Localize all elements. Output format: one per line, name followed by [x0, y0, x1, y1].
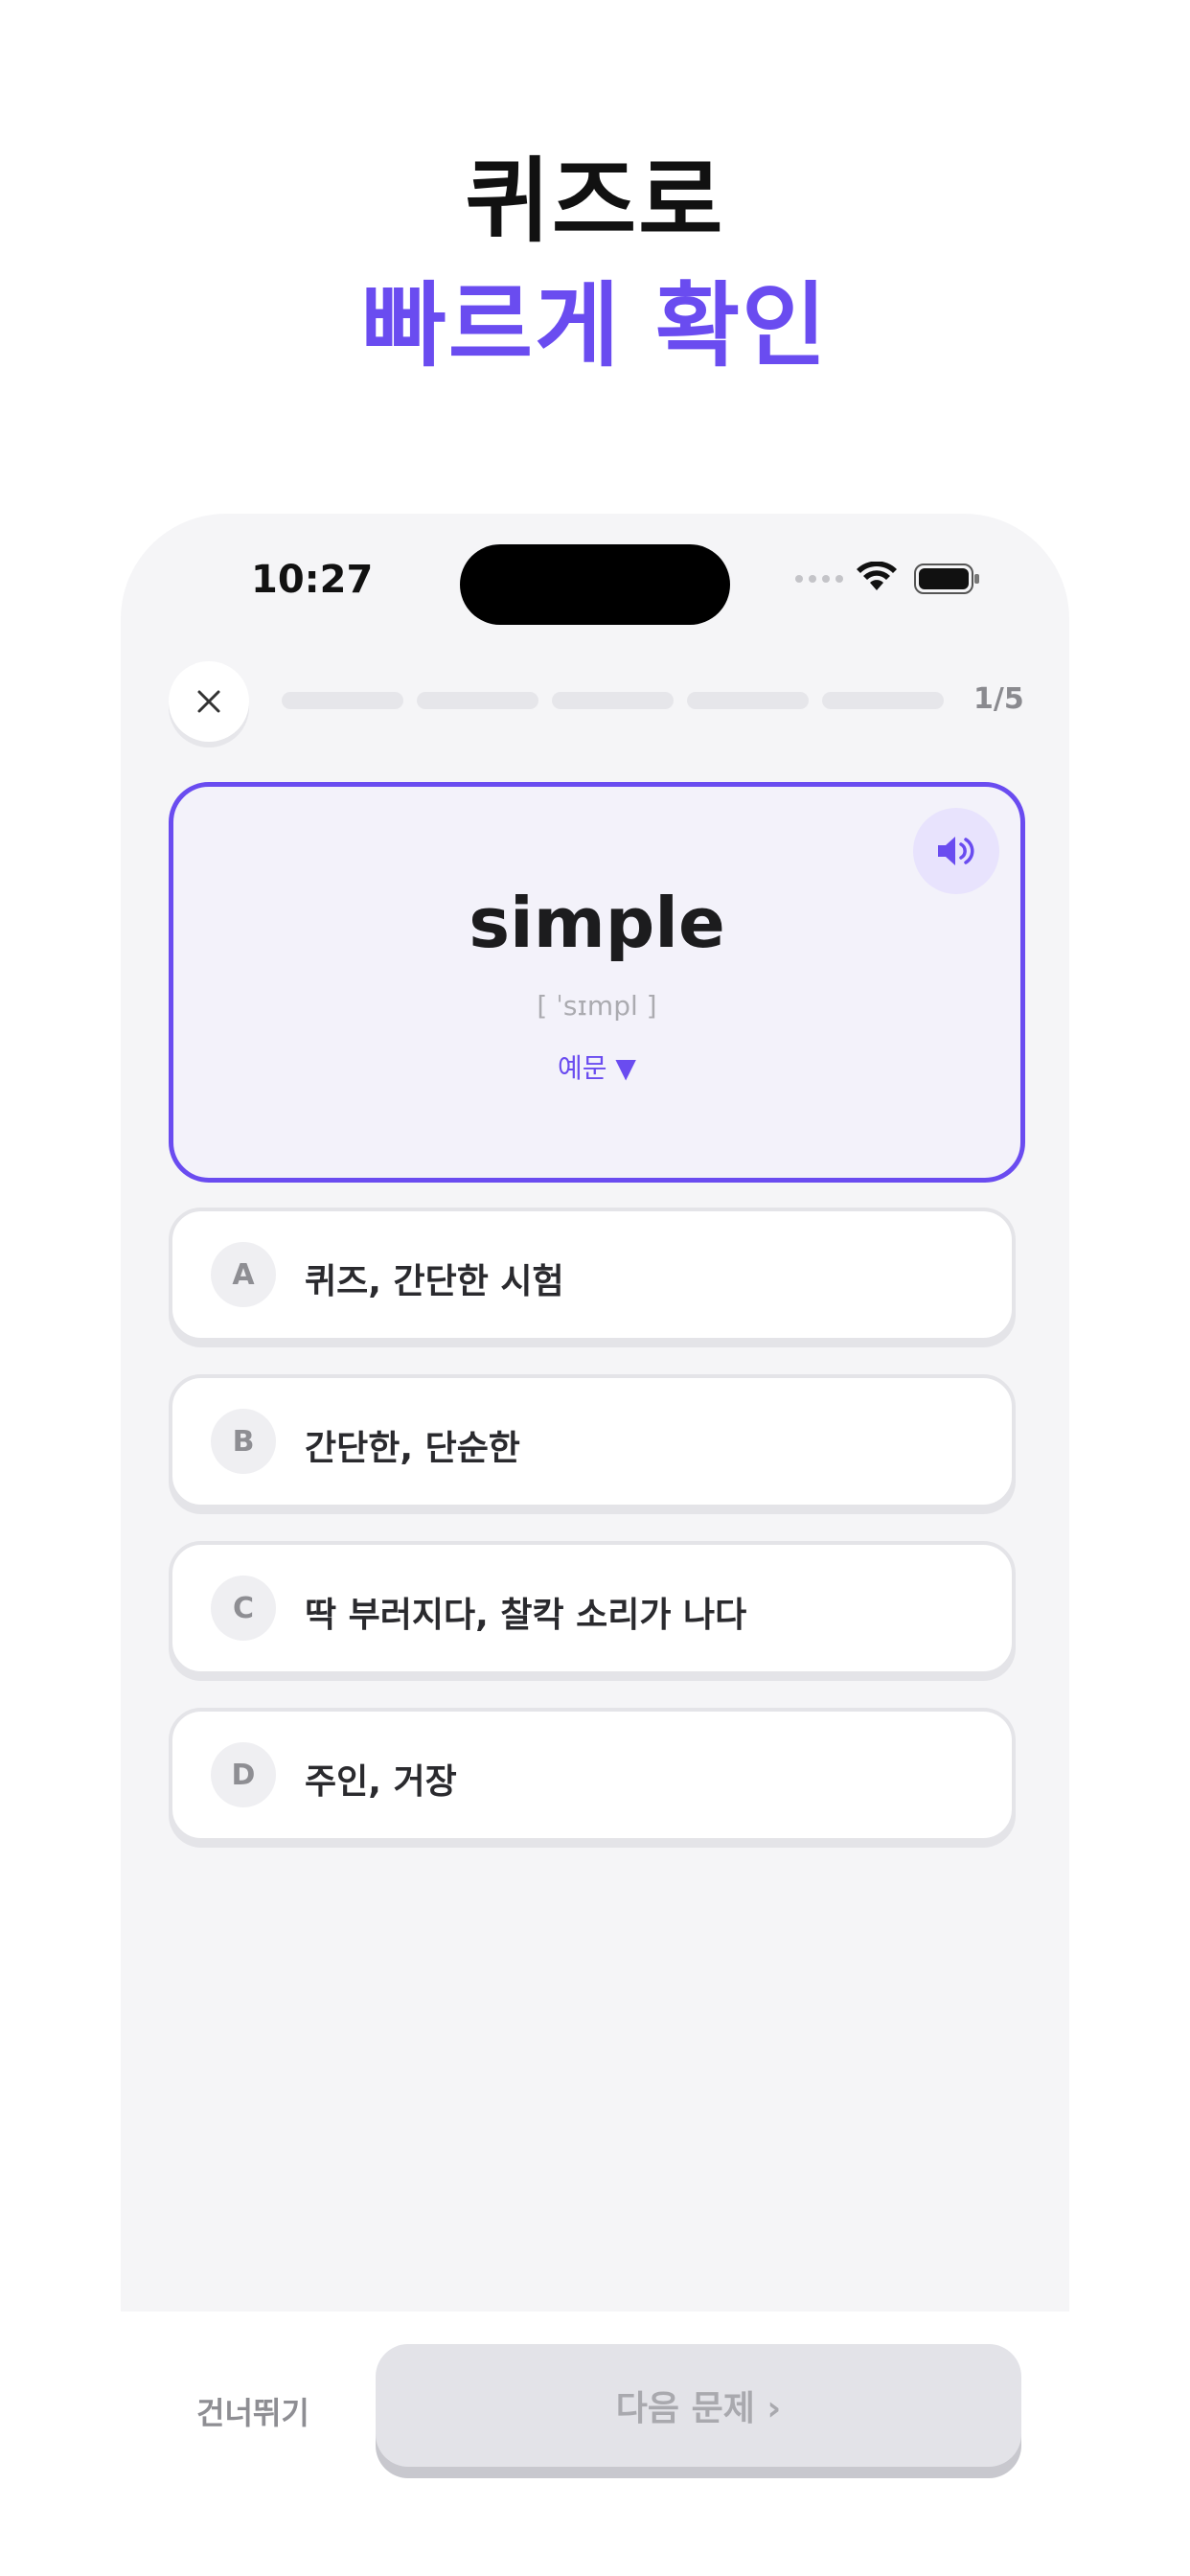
option-text: 퀴즈, 간단한 시험: [305, 1262, 564, 1301]
progress-segment: [687, 692, 809, 709]
progress-segment: [822, 692, 944, 709]
progress-segment: [282, 692, 403, 709]
progress-segment: [417, 692, 538, 709]
wifi-icon: [857, 562, 897, 590]
dynamic-island: [460, 544, 730, 625]
word-card: simple [ ˈsɪmpl ] 예문 ▼: [169, 782, 1025, 1183]
skip-button[interactable]: 건너뛰기: [196, 2389, 309, 2433]
pronunciation-button[interactable]: [913, 808, 999, 894]
status-time: 10:27: [251, 558, 374, 602]
option-letter: B: [211, 1409, 276, 1474]
close-button[interactable]: [169, 661, 249, 742]
phone-screen: 10:27 1/5 simple [ ˈsɪmpl] 예문 ▼ A 퀴즈, 간…: [121, 514, 1069, 2312]
answer-option-b[interactable]: B 간단한, 단순한: [169, 1374, 1016, 1508]
answer-option-d[interactable]: D 주인, 거장: [169, 1708, 1016, 1842]
option-letter: C: [211, 1576, 276, 1641]
battery-icon: [914, 564, 979, 594]
progress-bar: [282, 692, 944, 709]
next-question-button[interactable]: 다음 문제 ›: [376, 2344, 1021, 2467]
option-letter: D: [211, 1742, 276, 1807]
headline-line2: 빠르게 확인: [361, 272, 829, 380]
quiz-word: simple: [469, 883, 725, 963]
speaker-icon: [938, 837, 974, 865]
answer-option-c[interactable]: C 딱 부러지다, 찰칵 소리가 나다: [169, 1541, 1016, 1675]
option-text: 주인, 거장: [305, 1762, 457, 1802]
phonetic-text: [ ˈsɪmpl ]: [537, 990, 657, 1022]
question-counter: 1/5: [973, 682, 1024, 716]
option-text: 딱 부러지다, 찰칵 소리가 나다: [305, 1596, 747, 1635]
headline-line1: 퀴즈로: [465, 148, 725, 255]
answer-option-a[interactable]: A 퀴즈, 간단한 시험: [169, 1208, 1016, 1342]
progress-segment: [552, 692, 674, 709]
example-toggle[interactable]: 예문 ▼: [173, 1047, 1020, 1086]
option-letter: A: [211, 1242, 276, 1307]
signal-icon: [795, 575, 843, 583]
close-icon: [197, 690, 220, 713]
option-text: 간단한, 단순한: [305, 1429, 520, 1468]
